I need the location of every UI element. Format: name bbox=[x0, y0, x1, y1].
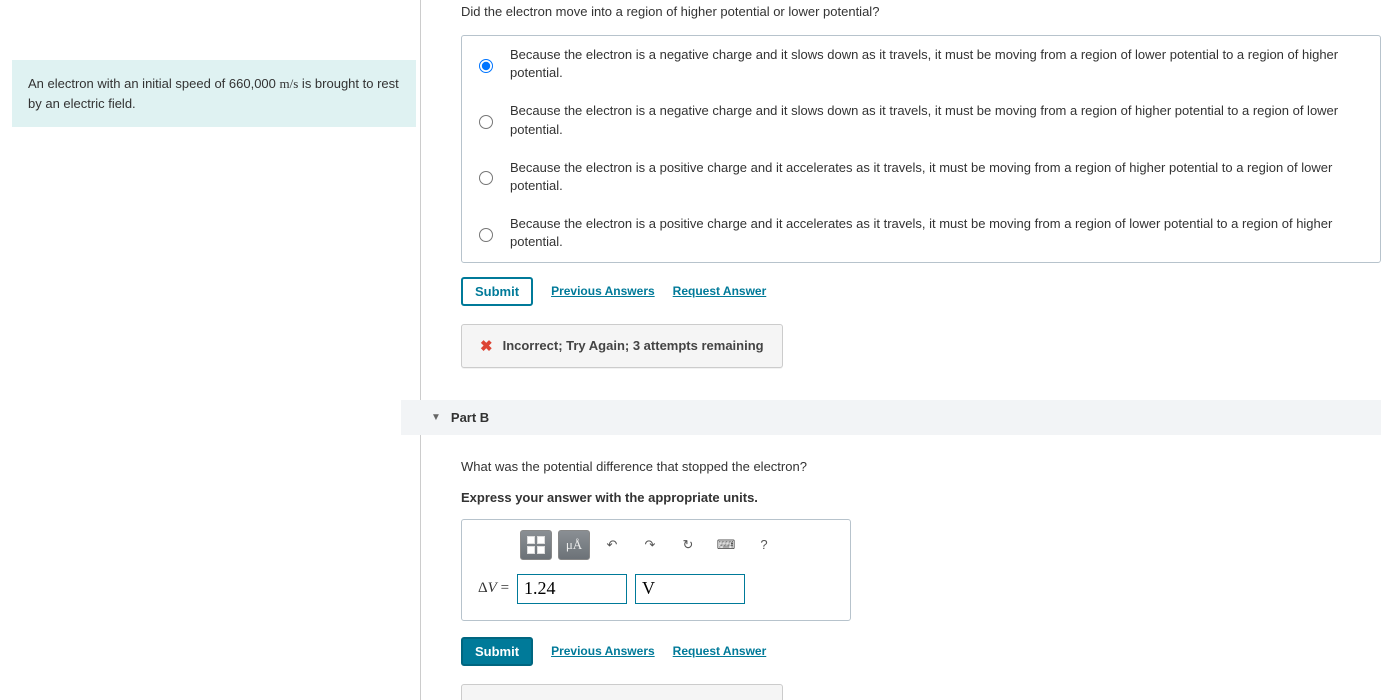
option-2-radio[interactable] bbox=[479, 115, 493, 129]
keyboard-button[interactable]: ⌨ bbox=[710, 530, 742, 560]
reset-icon: ↻ bbox=[683, 537, 694, 553]
option-1-label: Because the electron is a negative charg… bbox=[510, 46, 1366, 82]
part-b-actions: Submit Previous Answers Request Answer bbox=[461, 637, 1381, 666]
part-a-submit-button[interactable]: Submit bbox=[461, 277, 533, 306]
delta-v-label: ΔV = bbox=[478, 580, 509, 597]
part-b-feedback: ✖ Incorrect; Try Again; 3 attempts remai… bbox=[461, 684, 783, 700]
part-a-feedback-text: Incorrect; Try Again; 3 attempts remaini… bbox=[503, 338, 764, 353]
value-input[interactable] bbox=[517, 574, 627, 604]
keyboard-icon: ⌨ bbox=[717, 537, 736, 553]
option-2-label: Because the electron is a negative charg… bbox=[510, 102, 1366, 138]
option-3-label: Because the electron is a positive charg… bbox=[510, 159, 1366, 195]
part-a-previous-answers-link[interactable]: Previous Answers bbox=[551, 284, 655, 298]
part-a-actions: Submit Previous Answers Request Answer bbox=[461, 277, 1381, 306]
undo-icon: ↶ bbox=[607, 537, 618, 553]
option-4-label: Because the electron is a positive charg… bbox=[510, 215, 1366, 251]
option-3-radio[interactable] bbox=[479, 171, 493, 185]
part-b-instruction: Express your answer with the appropriate… bbox=[461, 490, 1381, 505]
help-icon: ? bbox=[760, 537, 767, 552]
column-divider bbox=[420, 0, 421, 700]
units-button[interactable]: μÅ bbox=[558, 530, 590, 560]
incorrect-icon: ✖ bbox=[480, 697, 493, 700]
templates-button[interactable] bbox=[520, 530, 552, 560]
part-b-answer-panel: μÅ ↶ ↷ ↻ ⌨ ? ΔV = bbox=[461, 519, 851, 621]
prompt-unit: m/s bbox=[280, 76, 299, 91]
part-b-header[interactable]: ▼ Part B bbox=[401, 400, 1381, 435]
option-3[interactable]: Because the electron is a positive charg… bbox=[462, 149, 1380, 205]
undo-button[interactable]: ↶ bbox=[596, 530, 628, 560]
option-2[interactable]: Because the electron is a negative charg… bbox=[462, 92, 1380, 148]
option-1-radio[interactable] bbox=[479, 59, 493, 73]
reset-button[interactable]: ↻ bbox=[672, 530, 704, 560]
part-a-question: Did the electron move into a region of h… bbox=[461, 4, 1381, 19]
part-b-submit-button[interactable]: Submit bbox=[461, 637, 533, 666]
option-4-radio[interactable] bbox=[479, 228, 493, 242]
part-b-title: Part B bbox=[451, 410, 489, 425]
problem-prompt: An electron with an initial speed of 660… bbox=[12, 60, 416, 127]
option-4[interactable]: Because the electron is a positive charg… bbox=[462, 205, 1380, 261]
part-b-request-answer-link[interactable]: Request Answer bbox=[673, 644, 767, 658]
part-b-question: What was the potential difference that s… bbox=[461, 459, 1381, 474]
equation-toolbar: μÅ ↶ ↷ ↻ ⌨ ? bbox=[462, 520, 850, 566]
templates-icon bbox=[527, 536, 545, 554]
part-a-request-answer-link[interactable]: Request Answer bbox=[673, 284, 767, 298]
part-a-options-panel: Because the electron is a negative charg… bbox=[461, 35, 1381, 263]
redo-button[interactable]: ↷ bbox=[634, 530, 666, 560]
help-button[interactable]: ? bbox=[748, 530, 780, 560]
unit-input[interactable] bbox=[635, 574, 745, 604]
redo-icon: ↷ bbox=[645, 537, 656, 553]
units-icon: μÅ bbox=[566, 537, 582, 553]
prompt-text-prefix: An electron with an initial speed of 660… bbox=[28, 76, 280, 91]
part-b-previous-answers-link[interactable]: Previous Answers bbox=[551, 644, 655, 658]
incorrect-icon: ✖ bbox=[480, 337, 493, 355]
caret-down-icon: ▼ bbox=[431, 412, 441, 423]
part-a-feedback: ✖ Incorrect; Try Again; 3 attempts remai… bbox=[461, 324, 783, 368]
option-1[interactable]: Because the electron is a negative charg… bbox=[462, 36, 1380, 92]
